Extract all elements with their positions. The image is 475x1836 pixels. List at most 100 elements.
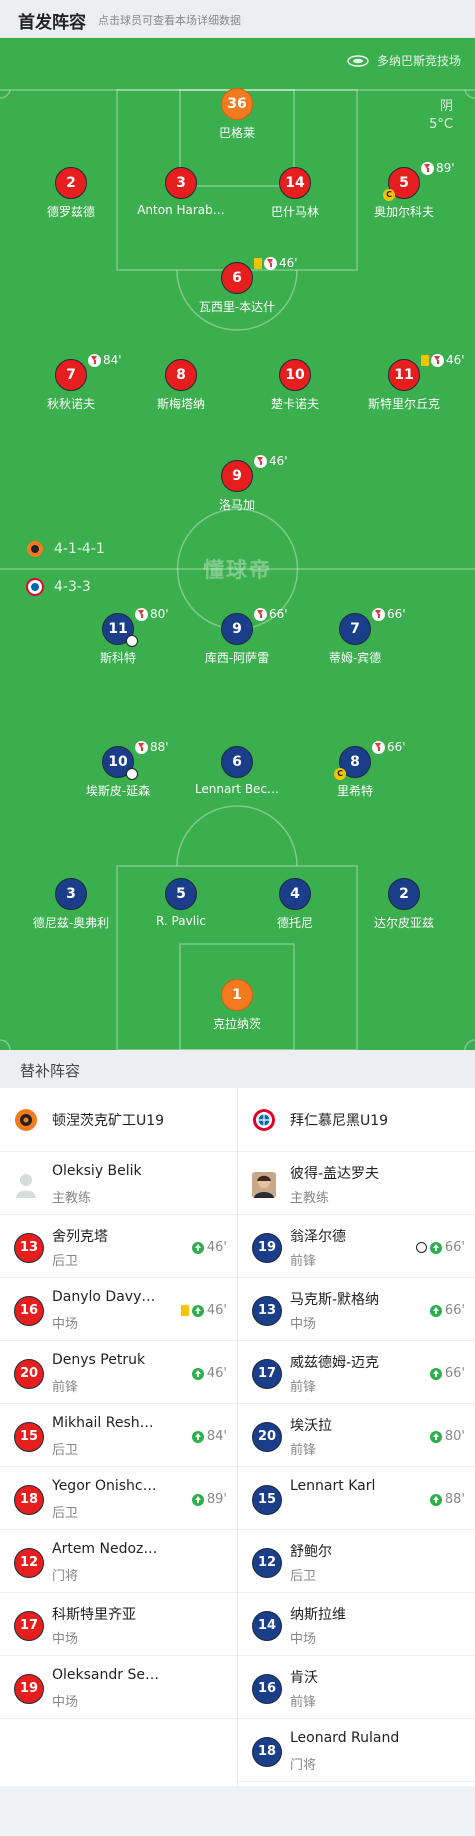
player-number: 3 bbox=[165, 167, 197, 199]
player-position: 前锋 bbox=[290, 1695, 317, 1710]
sub-event: 66' bbox=[429, 1303, 465, 1318]
player-away-midfielder[interactable]: 8 C 66' 里希特 bbox=[290, 740, 420, 798]
coach-name: Oleksiy Belik bbox=[52, 1163, 142, 1179]
sub-player-row[interactable]: 19 翁泽尔德 前锋 66' bbox=[238, 1215, 475, 1278]
player-home-midfielder[interactable]: 6 46' 瓦西里-本达什 bbox=[172, 256, 302, 314]
sub-out-icon bbox=[421, 161, 434, 175]
sub-player-row[interactable]: 15 Mikhail Resh… 后卫 84' bbox=[0, 1404, 237, 1467]
player-events: 88' bbox=[135, 740, 169, 754]
player-away-forward[interactable]: 9 66' 库西-阿萨雷 bbox=[172, 607, 302, 665]
sub-player-row[interactable]: 17 科斯特里齐亚 中场 bbox=[0, 1593, 237, 1656]
player-number: 13 bbox=[14, 1233, 44, 1263]
player-name: Lennart Karl bbox=[290, 1478, 376, 1494]
player-events: 46' bbox=[421, 353, 465, 367]
player-number: 17 bbox=[252, 1359, 282, 1389]
sub-in-icon bbox=[429, 1241, 442, 1254]
sub-out-icon bbox=[135, 740, 148, 754]
player-name: 克拉纳茨 bbox=[212, 1017, 261, 1031]
player-events: 66' bbox=[372, 607, 406, 621]
player-name: 斯特里尔丘克 bbox=[367, 397, 440, 411]
home-team-row[interactable]: 顿涅茨克矿工U19 bbox=[0, 1088, 237, 1152]
player-number: 19 bbox=[252, 1233, 282, 1263]
player-position: 前锋 bbox=[290, 1443, 317, 1458]
player-number: 5 bbox=[165, 878, 197, 910]
home-formation-label: 4-1-4-1 bbox=[54, 541, 105, 557]
sub-player-row[interactable]: 12 Artem Nedoz… 门将 bbox=[0, 1530, 237, 1593]
subs-title: 替补阵容 bbox=[20, 1062, 81, 1080]
player-name: 瓦西里-本达什 bbox=[198, 300, 276, 314]
sub-event: 84' bbox=[191, 1429, 227, 1444]
player-number: 4 bbox=[279, 878, 311, 910]
sub-player-row[interactable]: 19 Oleksandr Se… 中场 bbox=[0, 1656, 237, 1719]
player-name: 洛马加 bbox=[218, 498, 255, 512]
sub-minute: 84' bbox=[206, 1429, 227, 1444]
player-name: 科斯特里齐亚 bbox=[52, 1607, 136, 1623]
sub-player-row[interactable]: 12 舒鲍尔 后卫 bbox=[238, 1530, 475, 1593]
player-name: Oleksandr Se… bbox=[52, 1667, 159, 1683]
player-position: 中场 bbox=[52, 1632, 79, 1647]
sub-player-row[interactable]: 13 舍列克塔 后卫 46' bbox=[0, 1215, 237, 1278]
sub-minute: 46' bbox=[206, 1240, 227, 1255]
sub-player-row[interactable]: 18 Leonard Ruland 门将 bbox=[238, 1719, 475, 1782]
player-position: 后卫 bbox=[52, 1506, 79, 1521]
sub-player-row[interactable]: 16 Danylo Davy… 中场 46' bbox=[0, 1278, 237, 1341]
player-away-forward[interactable]: 7 66' 蒂姆-宾德 bbox=[290, 607, 420, 665]
away-subs-column: 拜仁慕尼黑U19 彼得-盖达罗夫 主教练 19 翁泽尔德 前锋 66' 13 马… bbox=[238, 1088, 475, 1782]
sub-player-row[interactable]: 13 马克斯-默格纳 中场 66' bbox=[238, 1278, 475, 1341]
sub-player-row[interactable]: 16 肯沃 前锋 bbox=[238, 1656, 475, 1719]
coach-label: 主教练 bbox=[52, 1191, 92, 1206]
player-away-defender[interactable]: 5 R. Pavlic bbox=[116, 878, 246, 930]
yellow-card-icon bbox=[421, 354, 429, 366]
sub-event: 66' bbox=[429, 1366, 465, 1381]
sub-minute: 66' bbox=[387, 607, 406, 621]
weather-condition: 阴 bbox=[439, 99, 453, 114]
coach-row[interactable]: 彼得-盖达罗夫 主教练 bbox=[238, 1152, 475, 1215]
sub-event: 88' bbox=[429, 1492, 465, 1507]
subs-header: 替补阵容 bbox=[0, 1050, 475, 1088]
sub-player-row[interactable]: 20 埃沃拉 前锋 80' bbox=[238, 1404, 475, 1467]
player-number: 9 bbox=[221, 460, 253, 492]
away-formation-label: 4-3-3 bbox=[54, 579, 91, 595]
sub-player-row[interactable]: 17 威兹德姆-迈克 前锋 66' bbox=[238, 1341, 475, 1404]
captain-badge: C bbox=[383, 189, 395, 201]
goal-ball-icon bbox=[126, 635, 138, 647]
player-away-gk[interactable]: 1 克拉纳茨 bbox=[172, 979, 302, 1031]
player-position: 门将 bbox=[290, 1758, 317, 1773]
player-number: 14 bbox=[252, 1611, 282, 1641]
home-formation: 4-1-4-1 bbox=[26, 540, 105, 558]
player-name: Danylo Davy… bbox=[52, 1289, 156, 1305]
sub-in-icon bbox=[191, 1241, 204, 1254]
sub-player-row[interactable]: 14 纳斯拉维 中场 bbox=[238, 1593, 475, 1656]
away-team-row[interactable]: 拜仁慕尼黑U19 bbox=[238, 1088, 475, 1152]
sub-event: 66' bbox=[415, 1240, 465, 1255]
player-name: 达尔皮亚兹 bbox=[373, 916, 434, 930]
sub-minute: 66' bbox=[387, 740, 406, 754]
player-home-defender[interactable]: 5 C 89' 奥加尔科夫 bbox=[339, 161, 469, 219]
player-home-midfielder[interactable]: 11 46' 斯特里尔丘克 bbox=[339, 353, 469, 411]
player-home-gk[interactable]: 36 巴格莱 bbox=[172, 88, 302, 140]
sub-player-row[interactable]: 15 Lennart Karl 88' bbox=[238, 1467, 475, 1530]
coach-row[interactable]: Oleksiy Belik 主教练 bbox=[0, 1152, 237, 1215]
player-home-midfielder[interactable]: 8 斯梅塔纳 bbox=[116, 359, 246, 411]
sub-player-row[interactable]: 18 Yegor Onishc… 后卫 89' bbox=[0, 1467, 237, 1530]
sub-in-icon bbox=[191, 1304, 204, 1317]
sub-minute: 66' bbox=[444, 1303, 465, 1318]
player-home-forward[interactable]: 9 46' 洛马加 bbox=[172, 454, 302, 512]
player-name: R. Pavlic bbox=[156, 914, 206, 928]
lineup-title: 首发阵容 bbox=[18, 13, 86, 33]
player-number: 14 bbox=[279, 167, 311, 199]
weather-info: 阴 5°C bbox=[429, 98, 453, 134]
player-name: 斯梅塔纳 bbox=[156, 397, 205, 411]
player-away-defender[interactable]: 2 达尔皮亚兹 bbox=[339, 878, 469, 930]
player-name: 纳斯拉维 bbox=[290, 1607, 346, 1623]
sub-player-row[interactable]: 20 Denys Petruk 前锋 46' bbox=[0, 1341, 237, 1404]
player-name: Yegor Onishc… bbox=[52, 1478, 157, 1494]
player-away-forward[interactable]: 11 80' 斯科特 bbox=[53, 607, 183, 665]
player-away-midfielder[interactable]: 6 Lennart Bec… bbox=[172, 746, 302, 798]
player-events: 46' bbox=[254, 454, 288, 468]
away-formation: 4-3-3 bbox=[26, 578, 91, 596]
team-name: 拜仁慕尼黑U19 bbox=[290, 1113, 389, 1129]
player-away-midfielder[interactable]: 10 88' 埃斯皮-延森 bbox=[53, 740, 183, 798]
sub-out-icon bbox=[372, 607, 385, 621]
player-home-defender[interactable]: 3 Anton Harab… bbox=[116, 167, 246, 219]
